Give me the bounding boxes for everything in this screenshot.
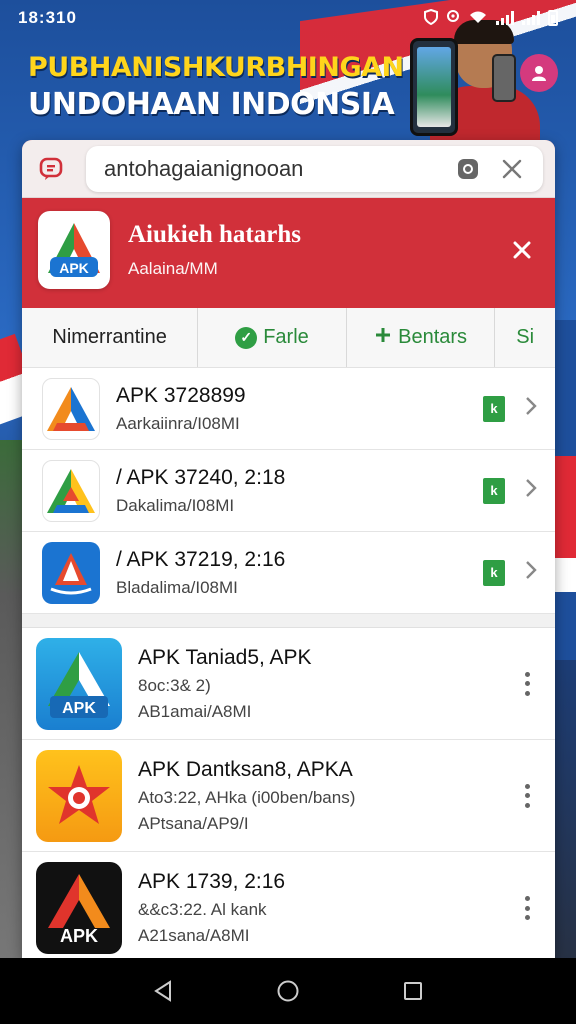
list-item[interactable]: APK Dantksan8, APKA Ato3:22, AHka (i00be… [22, 740, 555, 852]
tab-si[interactable]: Si [495, 308, 555, 367]
item-subtitle: A21sana/A8MI [138, 926, 250, 945]
item-subtitle: AB1amai/A8MI [138, 701, 252, 721]
camera-icon[interactable] [451, 152, 485, 186]
tab-bentars[interactable]: Bentars [347, 308, 496, 367]
logo-text: APK [62, 700, 96, 717]
chevron-right-icon [525, 396, 537, 421]
plus-icon [374, 326, 392, 350]
location-icon [446, 9, 460, 28]
chevron-right-icon [525, 560, 537, 585]
list-item[interactable]: APK 3728899 Aarkaiinra/I08MI k [22, 368, 555, 450]
tab-label: Si [516, 326, 535, 348]
tab-label: Bentars [398, 326, 468, 348]
app-subtitle: Aalaina/MM [128, 259, 218, 278]
apk-icon [42, 459, 100, 522]
banner-title: PUBHANISHKURBHINGAN UNDOHAAN INDONSIA [28, 52, 404, 122]
app-logo: APK [38, 211, 110, 289]
person-icon [532, 66, 546, 81]
status-badge: k [483, 477, 505, 504]
battery-icon [548, 10, 558, 26]
home-icon [277, 980, 299, 1002]
app-header: APK Aiukieh hatarhs Aalaina/MM [38, 210, 539, 290]
tab-farle[interactable]: ✓ Farle [198, 308, 347, 367]
recents-icon [404, 982, 423, 1000]
back-icon [153, 980, 171, 1002]
item-subtitle: Aarkaiinra/I08MI [116, 413, 240, 433]
apk-icon [42, 377, 100, 440]
item-subtitle: Dakalima/I08MI [116, 495, 235, 515]
check-circle-icon: ✓ [235, 326, 258, 349]
item-title: / APK 37219, 2:16 [116, 547, 286, 571]
signal-icon [496, 11, 514, 25]
list-item[interactable]: / APK 37219, 2:16 Bladalima/I08MI k [22, 532, 555, 614]
list-item[interactable]: APK APK Taniad5, APK 8oc:3& 2) AB1amai/A… [22, 628, 555, 740]
item-title: APK Dantksan8, APKA [138, 757, 353, 781]
tab-label: Nimerrantine [52, 326, 167, 348]
app-sheet: APK Aiukieh hatarhs Aalaina/MM Nimerrant… [22, 140, 555, 958]
apk-icon: APK [36, 637, 122, 730]
item-detail: Ato3:22, AHka (i00ben/bans) [138, 787, 356, 807]
logo-text: APK [60, 926, 98, 946]
app-title: Aiukieh hatarhs [128, 221, 301, 248]
apk-icon: APK [36, 862, 122, 954]
item-title: APK 1739, 2:16 [138, 870, 286, 893]
shield-icon [424, 8, 438, 28]
list-item[interactable]: APK APK 1739, 2:16 &&c3:22. Al kank A21s… [22, 852, 555, 958]
more-options-icon[interactable] [517, 781, 537, 811]
more-options-icon[interactable] [517, 893, 537, 923]
banner-line-1: PUBHANISHKURBHINGAN [28, 52, 404, 83]
tab-label: Farle [263, 326, 309, 348]
section-divider [22, 614, 555, 628]
sail-apk-icon [42, 541, 100, 604]
chat-icon[interactable] [34, 152, 68, 186]
status-time: 18:310 [18, 8, 77, 27]
item-detail: 8oc:3& 2) [138, 675, 211, 695]
logo-text: APK [59, 260, 89, 276]
more-options-icon[interactable] [517, 669, 537, 699]
filter-tabs: Nimerrantine ✓ Farle Bentars Si [22, 308, 555, 368]
banner-line-2: UNDOHAAN INDONSIA [28, 87, 395, 122]
system-nav-bar [0, 958, 576, 1024]
close-icon [513, 241, 531, 259]
home-button[interactable] [268, 971, 308, 1011]
sheet-header: APK Aiukieh hatarhs Aalaina/MM [22, 140, 555, 308]
chevron-right-icon [525, 478, 537, 503]
item-title: APK Taniad5, APK [138, 645, 312, 669]
profile-button[interactable] [520, 54, 558, 92]
close-button[interactable] [505, 233, 539, 267]
search-bar [22, 140, 555, 198]
status-bar: 18:310 [0, 0, 576, 36]
tab-nimerrantine[interactable]: Nimerrantine [22, 308, 199, 367]
star-apk-icon [36, 749, 122, 842]
search-input[interactable] [104, 155, 441, 182]
clear-icon[interactable] [495, 152, 529, 186]
signal-icon-2 [522, 11, 540, 25]
search-box [86, 145, 543, 192]
item-detail: &&c3:22. Al kank [138, 900, 267, 919]
back-button[interactable] [143, 971, 183, 1011]
item-subtitle: Bladalima/I08MI [116, 577, 238, 597]
item-title: / APK 37240, 2:18 [116, 465, 286, 489]
wifi-icon [468, 9, 488, 28]
item-title: APK 3728899 [116, 383, 246, 407]
status-badge: k [483, 559, 505, 586]
list-item[interactable]: / APK 37240, 2:18 Dakalima/I08MI k [22, 450, 555, 532]
status-badge: k [483, 395, 505, 422]
item-subtitle: APtsana/AP9/I [138, 813, 249, 833]
recents-button[interactable] [393, 971, 433, 1011]
